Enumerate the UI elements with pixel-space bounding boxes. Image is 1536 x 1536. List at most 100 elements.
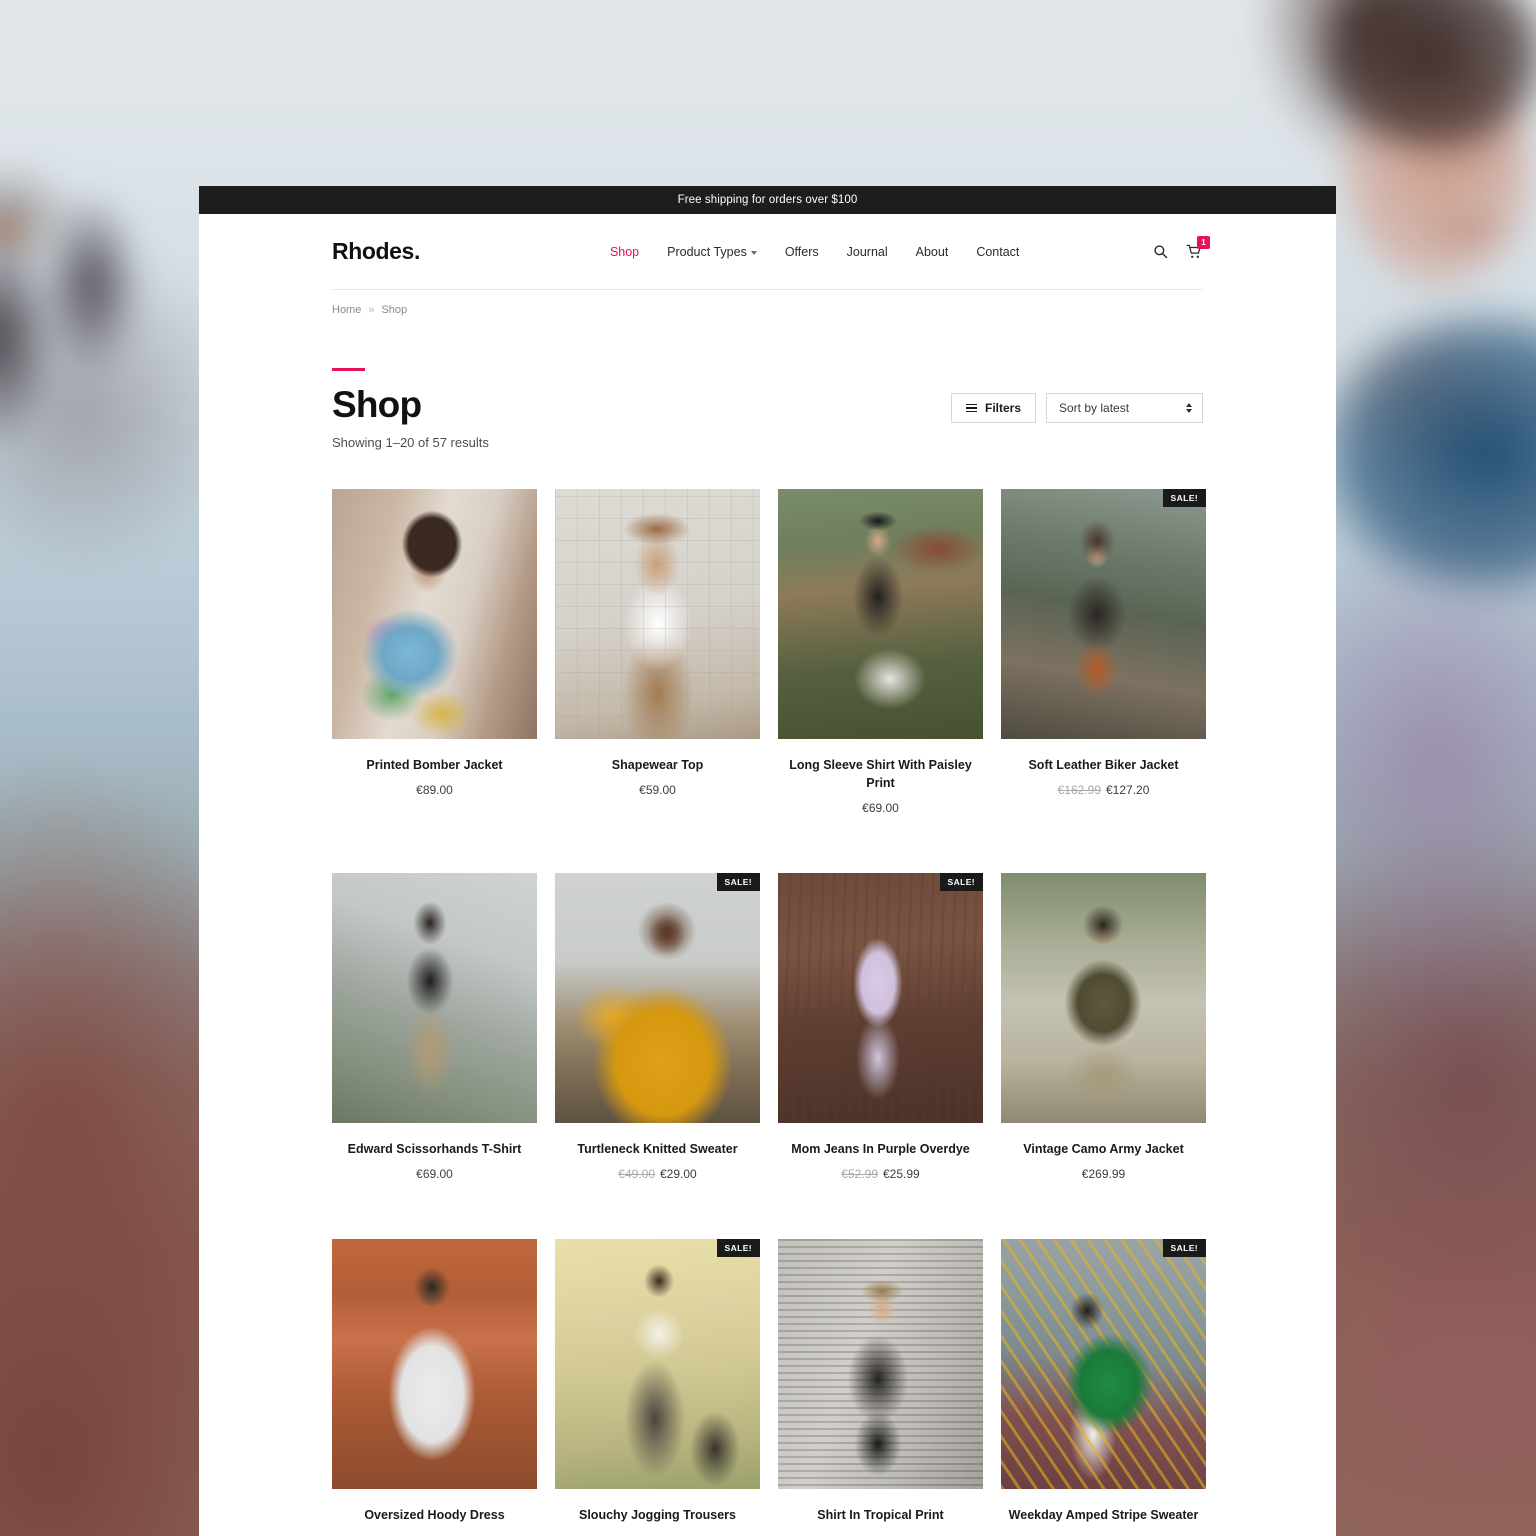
product-image[interactable] — [332, 873, 537, 1124]
product-image[interactable]: SALE! — [1001, 1239, 1206, 1490]
product-card[interactable]: SALE! Slouchy Jogging Trousers €25.95€15… — [555, 1239, 760, 1536]
product-title[interactable]: Mom Jeans In Purple Overdye — [778, 1140, 983, 1158]
price-current: €69.00 — [862, 801, 899, 816]
accent-rule — [332, 368, 365, 371]
product-price: €269.99 — [1001, 1167, 1206, 1181]
product-title[interactable]: Shapewear Top — [555, 756, 760, 774]
search-icon[interactable] — [1151, 243, 1169, 261]
product-title[interactable]: Shirt In Tropical Print — [778, 1506, 983, 1524]
price-original: €52.99 — [841, 1167, 878, 1182]
price-current: €269.99 — [1081, 1167, 1126, 1182]
product-title[interactable]: Long Sleeve Shirt With Paisley Print — [778, 756, 983, 792]
cart-icon[interactable]: 1 — [1185, 235, 1210, 261]
nav-label: Product Types — [667, 244, 747, 259]
product-image[interactable]: SALE! — [555, 1239, 760, 1490]
main-navigation: Shop Product Types Offers Journal About … — [610, 245, 1019, 259]
nav-item-about[interactable]: About — [916, 245, 949, 259]
sale-badge: SALE! — [1162, 1239, 1206, 1258]
price-current: €127.20 — [1106, 783, 1150, 798]
results-count: Showing 1–20 of 57 results — [332, 435, 489, 450]
product-image[interactable] — [555, 489, 760, 739]
cart-count-badge: 1 — [1197, 235, 1210, 249]
product-image[interactable]: SALE! — [1001, 489, 1206, 739]
product-price: €162.99 €127.20 — [1001, 783, 1206, 797]
page-title: Shop — [332, 384, 422, 425]
nav-item-offers[interactable]: Offers — [785, 245, 819, 259]
product-title[interactable]: Printed Bomber Jacket — [332, 756, 537, 774]
sale-badge: SALE! — [716, 873, 760, 892]
price-current: €59.00 — [639, 783, 676, 798]
product-card[interactable]: SALE! Turtleneck Knitted Sweater €49.00 €… — [555, 873, 760, 1181]
nav-label: Journal — [846, 244, 888, 259]
product-image[interactable]: SALE! — [555, 873, 760, 1124]
nav-item-shop[interactable]: Shop — [610, 245, 639, 259]
product-title[interactable]: Edward Scissorhands T-Shirt — [332, 1140, 537, 1158]
product-card[interactable]: SALE! Weekday Amped Stripe Sweater €40.0… — [1001, 1239, 1206, 1536]
chevron-down-icon — [750, 250, 757, 255]
product-card[interactable]: Oversized Hoody Dress €62.99 — [332, 1239, 537, 1536]
product-price: €69.00 — [778, 801, 983, 815]
shop-controls: Filters Sort by latest — [950, 393, 1203, 423]
product-price: €69.00 — [332, 1167, 537, 1181]
price-original: €162.99 — [1057, 783, 1101, 798]
site-logo[interactable]: Rhodes. — [332, 238, 420, 265]
shop-title-block: Shop Showing 1–20 of 57 results — [332, 368, 489, 450]
product-card[interactable]: Shirt In Tropical Print €38.99 — [778, 1239, 983, 1536]
price-current: €89.00 — [416, 783, 453, 798]
nav-label: Offers — [784, 244, 819, 259]
product-card[interactable]: Printed Bomber Jacket €89.00 — [332, 489, 537, 815]
announcement-text: Free shipping for orders over $100 — [677, 194, 858, 206]
nav-item-product-types[interactable]: Product Types — [667, 245, 757, 259]
product-card[interactable]: SALE! Soft Leather Biker Jacket €162.99 €… — [1001, 489, 1206, 815]
product-image[interactable] — [332, 1239, 537, 1490]
product-card[interactable]: SALE! Mom Jeans In Purple Overdye €52.99… — [778, 873, 983, 1181]
nav-item-journal[interactable]: Journal — [847, 245, 888, 259]
product-title[interactable]: Soft Leather Biker Jacket — [1001, 756, 1206, 774]
product-grid: Printed Bomber Jacket €89.00 Shapewear T… — [199, 450, 1336, 1536]
nav-item-contact[interactable]: Contact — [976, 245, 1019, 259]
breadcrumb-separator-icon: » — [368, 304, 375, 316]
product-card[interactable]: Shapewear Top €59.00 — [555, 489, 760, 815]
nav-label: About — [915, 244, 949, 259]
filters-label: Filters — [984, 401, 1021, 415]
product-price: €59.00 — [555, 783, 760, 797]
product-image[interactable] — [1001, 873, 1206, 1124]
product-title[interactable]: Weekday Amped Stripe Sweater — [1001, 1506, 1206, 1524]
sort-selected-value: Sort by latest — [1059, 401, 1130, 415]
price-current: €69.00 — [416, 1167, 453, 1182]
row-spacer — [332, 815, 1206, 873]
price-original: €49.00 — [618, 1167, 655, 1182]
product-card[interactable]: Vintage Camo Army Jacket €269.99 — [1001, 873, 1206, 1181]
sort-select[interactable]: Sort by latest — [1046, 393, 1203, 423]
breadcrumb: Home » Shop — [332, 290, 1203, 316]
page-container: Free shipping for orders over $100 Rhode… — [199, 186, 1336, 1536]
product-title[interactable]: Vintage Camo Army Jacket — [1001, 1140, 1206, 1158]
product-image[interactable]: SALE! — [778, 873, 983, 1124]
announcement-bar: Free shipping for orders over $100 — [199, 186, 1336, 214]
product-title[interactable]: Turtleneck Knitted Sweater — [555, 1140, 760, 1158]
product-card[interactable]: Long Sleeve Shirt With Paisley Print €69… — [778, 489, 983, 815]
product-image[interactable] — [778, 489, 983, 739]
breadcrumb-home[interactable]: Home — [332, 304, 361, 316]
nav-label: Contact — [976, 244, 1020, 259]
site-header: Rhodes. Shop Product Types Offers Journa… — [199, 214, 1336, 289]
filters-button[interactable]: Filters — [950, 393, 1036, 423]
shop-header: Shop Showing 1–20 of 57 results Filters … — [199, 316, 1336, 450]
product-image[interactable] — [332, 489, 537, 739]
product-title[interactable]: Oversized Hoody Dress — [332, 1506, 537, 1524]
product-image[interactable] — [778, 1239, 983, 1490]
hamburger-icon — [965, 404, 977, 412]
product-price: €52.99 €25.99 — [778, 1167, 983, 1181]
product-title[interactable]: Slouchy Jogging Trousers — [555, 1506, 760, 1524]
product-card[interactable]: Edward Scissorhands T-Shirt €69.00 — [332, 873, 537, 1181]
product-price: €89.00 — [332, 783, 537, 797]
breadcrumb-current: Shop — [381, 304, 408, 316]
row-spacer — [332, 1181, 1206, 1239]
sort-select-wrapper: Sort by latest — [1046, 393, 1203, 423]
sale-badge: SALE! — [1162, 489, 1206, 507]
nav-label: Shop — [609, 244, 640, 259]
price-current: €25.99 — [883, 1167, 920, 1182]
sale-badge: SALE! — [939, 873, 983, 892]
breadcrumb-section: Home » Shop — [199, 289, 1336, 316]
header-actions: 1 — [1151, 235, 1210, 261]
